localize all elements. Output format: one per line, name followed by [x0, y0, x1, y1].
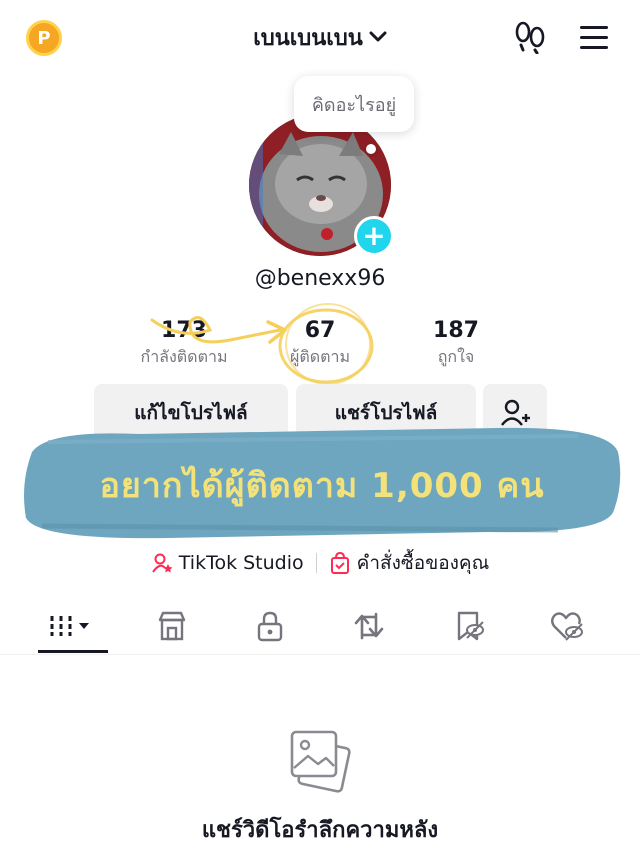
tab-shop[interactable] — [137, 600, 207, 652]
liked-icon — [551, 612, 583, 641]
studio-icon — [151, 553, 173, 573]
goal-banner-text: อยากได้ผู้ติดตาม 1,000 คน — [99, 466, 545, 506]
grid-icon — [50, 616, 89, 636]
add-story-button[interactable]: + — [354, 216, 394, 256]
menu-icon[interactable] — [580, 22, 612, 52]
profile-handle: @benexx96 — [254, 266, 386, 291]
tab-reposts[interactable] — [334, 600, 404, 652]
tab-videos[interactable] — [38, 600, 108, 652]
chevron-down-icon — [369, 31, 387, 42]
shop-icon — [158, 611, 186, 641]
thought-bubble[interactable]: คิดอะไรอยู่ — [294, 76, 414, 132]
thought-bubble-dot — [366, 144, 376, 154]
tiktok-studio-link[interactable]: TikTok Studio — [151, 552, 304, 574]
shopping-bag-icon — [330, 552, 349, 574]
repost-icon — [354, 612, 384, 640]
orders-label: คำสั่งซื้อของคุณ — [356, 552, 490, 574]
empty-state-title: แชร์วิดีโอรำลึกความหลัง — [201, 818, 439, 843]
lock-icon — [257, 611, 283, 642]
tab-private[interactable] — [235, 600, 305, 652]
tiktok-studio-label: TikTok Studio — [178, 552, 304, 574]
saved-icon — [457, 611, 484, 641]
orders-link[interactable]: คำสั่งซื้อของคุณ — [329, 548, 490, 578]
tab-liked[interactable] — [532, 600, 602, 652]
account-name: เบนเบนเบน — [253, 25, 363, 51]
creator-links-row: TikTok Studio คำสั่งซื้อของคุณ — [0, 546, 640, 580]
divider — [315, 553, 317, 573]
tab-saved[interactable] — [434, 600, 504, 652]
content-tabs — [0, 600, 640, 656]
active-tab-indicator — [38, 650, 108, 653]
photos-icon — [290, 730, 351, 793]
tabs-divider — [0, 654, 640, 655]
footprints-icon[interactable] — [512, 20, 548, 54]
